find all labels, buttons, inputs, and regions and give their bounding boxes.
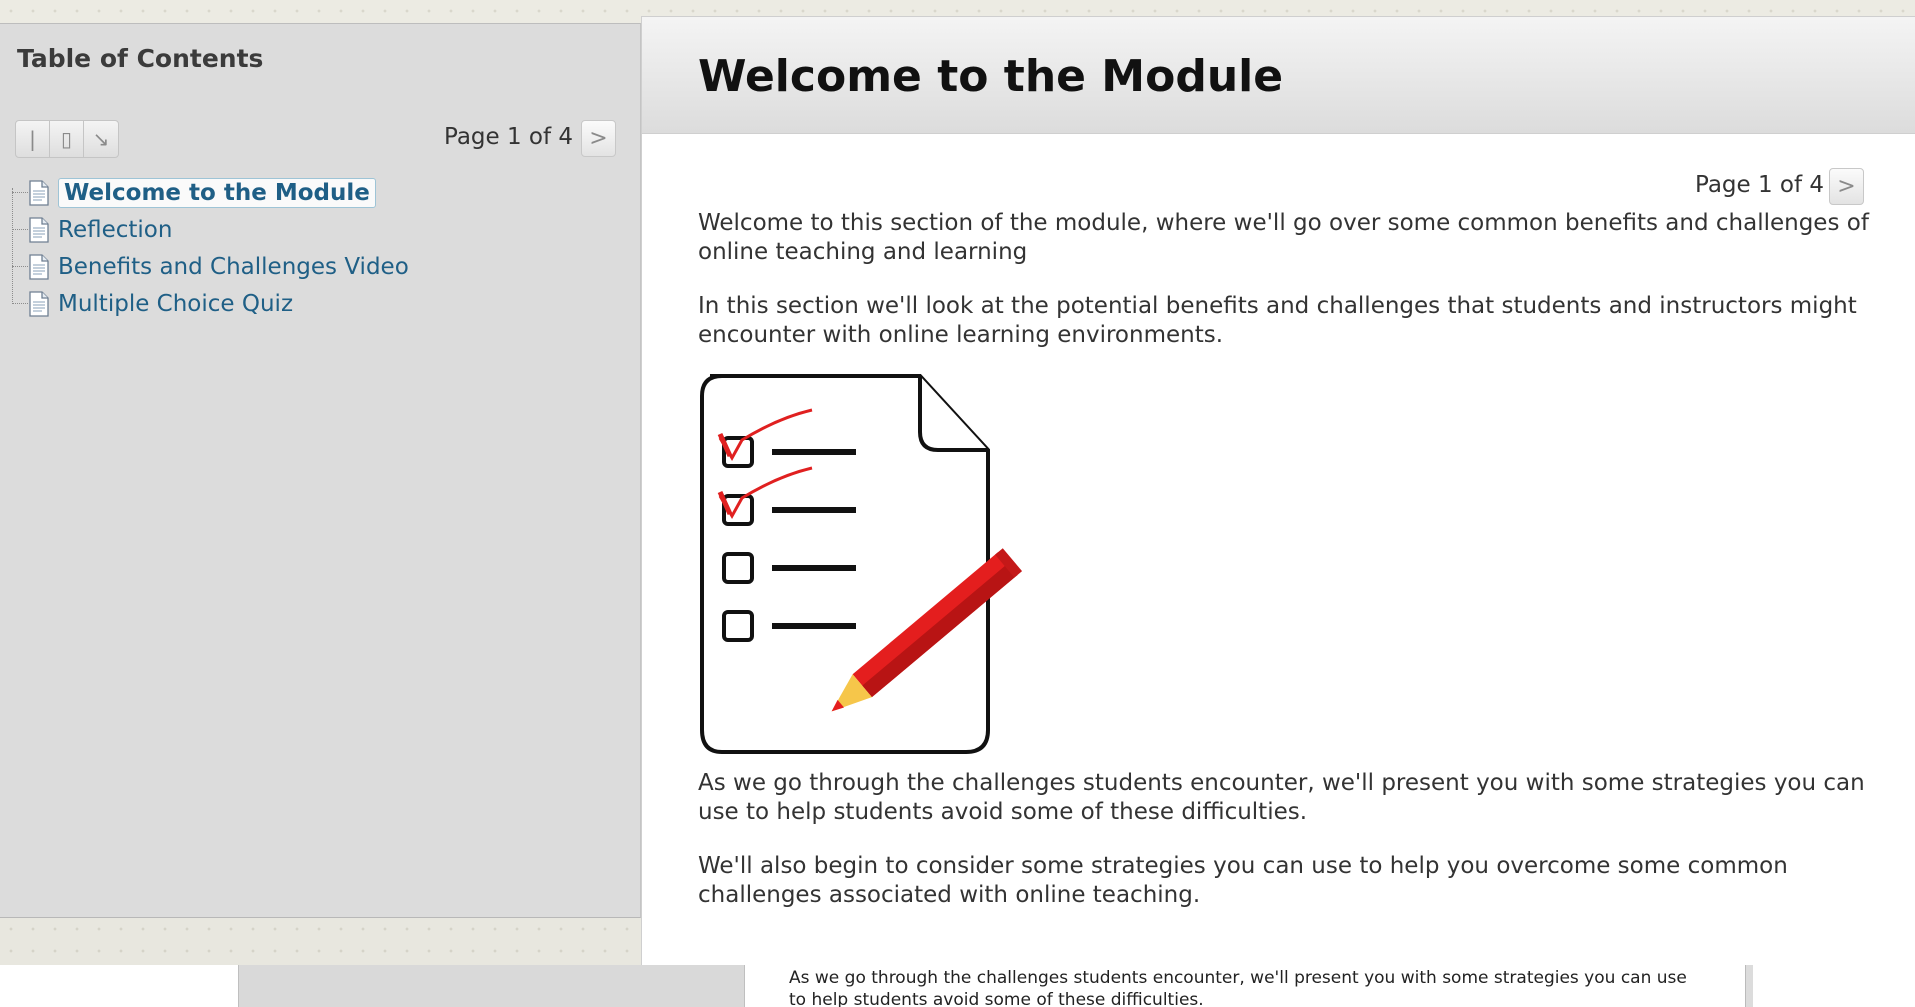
background-window-text: As we go through the challenges students… xyxy=(789,968,1687,1007)
toc-item-welcome[interactable]: Welcome to the Module xyxy=(8,174,608,211)
document-icon xyxy=(29,290,49,317)
content-page-indicator: Page 1 of 4 xyxy=(1695,172,1825,198)
toc-item-benefits-video[interactable]: Benefits and Challenges Video xyxy=(8,248,608,285)
background-window: As we go through the challenges students… xyxy=(0,965,1915,1007)
toc-toolbar: | ▯ ↘ xyxy=(15,120,119,158)
toc-page-indicator: Page 1 of 4 xyxy=(444,124,574,150)
strategies-paragraph: As we go through the challenges students… xyxy=(698,770,1865,825)
document-icon xyxy=(29,179,49,206)
content-panel: Welcome to the Module Page 1 of 4 > Welc… xyxy=(641,16,1915,965)
toc-item-label: Welcome to the Module xyxy=(58,177,376,208)
document-icon xyxy=(29,253,49,280)
sidebar-footer-pattern xyxy=(0,918,641,965)
table-of-contents-panel: Table of Contents | ▯ ↘ Page 1 of 4 > We… xyxy=(0,23,641,918)
toc-item-reflection[interactable]: Reflection xyxy=(8,211,608,248)
expand-icon[interactable]: ▯ xyxy=(50,121,84,157)
open-new-icon[interactable]: ↘ xyxy=(84,121,118,157)
background-window-edge xyxy=(1745,965,1753,1007)
checklist-pencil-icon xyxy=(700,374,1023,754)
chevron-right-icon: > xyxy=(589,126,608,151)
toc-title: Table of Contents xyxy=(17,44,264,73)
collapse-icon[interactable]: | xyxy=(16,121,50,157)
toc-item-quiz[interactable]: Multiple Choice Quiz xyxy=(8,285,608,322)
content-next-page-button[interactable]: > xyxy=(1829,168,1864,205)
toc-item-label: Multiple Choice Quiz xyxy=(58,290,294,317)
chevron-right-icon: > xyxy=(1837,174,1856,199)
document-icon xyxy=(29,216,49,243)
toc-next-page-button[interactable]: > xyxy=(581,120,616,157)
toc-item-label: Benefits and Challenges Video xyxy=(58,253,409,280)
toc-item-label: Reflection xyxy=(58,216,173,243)
overview-paragraph: In this section we'll look at the potent… xyxy=(698,293,1857,348)
background-window-sidebar xyxy=(238,965,745,1007)
intro-paragraph: Welcome to this section of the module, w… xyxy=(698,210,1869,265)
teaching-strategies-paragraph: We'll also begin to consider some strate… xyxy=(698,853,1788,908)
page-title: Welcome to the Module xyxy=(698,51,1284,102)
toc-tree: Welcome to the Module Reflection Benefit… xyxy=(8,174,608,322)
